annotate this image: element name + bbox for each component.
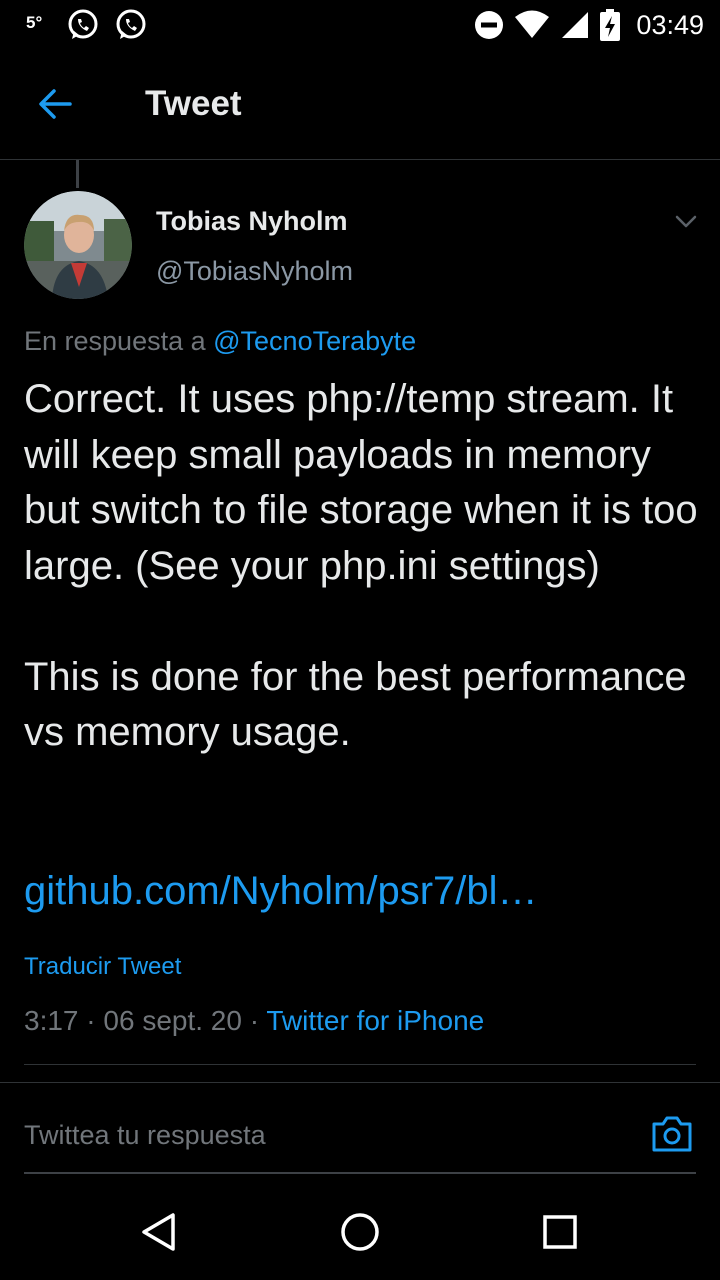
reply-prefix: En respuesta a	[24, 326, 214, 356]
thread-line	[76, 160, 79, 188]
tweet-metadata: 3:17 · 06 sept. 20 · Twitter for iPhone	[24, 1005, 484, 1037]
header: Tweet	[0, 50, 720, 160]
reply-context: En respuesta a @TecnoTerabyte	[24, 326, 416, 357]
avatar[interactable]	[24, 191, 132, 299]
page-title: Tweet	[145, 84, 242, 123]
reply-mention-link[interactable]: @TecnoTerabyte	[213, 326, 416, 356]
do-not-disturb-icon	[475, 11, 504, 39]
tweet-text: Correct. It uses php://temp stream. It w…	[24, 372, 714, 761]
meta-separator: ·	[241, 1005, 267, 1036]
signal-icon	[562, 12, 589, 38]
divider	[24, 1064, 696, 1065]
divider	[0, 1082, 720, 1083]
nav-recents-icon[interactable]	[538, 1210, 582, 1254]
camera-icon[interactable]	[650, 1112, 694, 1156]
display-name[interactable]: Tobias Nyholm	[156, 206, 348, 237]
tweet-date: 06 sept. 20	[103, 1005, 242, 1036]
tweet-source-link[interactable]: Twitter for iPhone	[266, 1005, 484, 1036]
nav-back-icon[interactable]	[138, 1210, 182, 1254]
tweet-url-link[interactable]: github.com/Nyholm/psr7/bl…	[24, 869, 538, 914]
whatsapp-icon	[116, 9, 146, 39]
tweet-time: 3:17	[24, 1005, 79, 1036]
user-handle[interactable]: @TobiasNyholm	[156, 256, 353, 287]
whatsapp-icon	[68, 9, 98, 39]
chevron-down-icon[interactable]	[672, 208, 700, 236]
nav-home-icon[interactable]	[338, 1210, 382, 1254]
temperature: 5°	[26, 13, 43, 32]
meta-separator: ·	[78, 1005, 104, 1036]
translate-tweet-link[interactable]: Traducir Tweet	[24, 953, 181, 981]
status-bar: 5° 03:49	[0, 0, 720, 50]
divider	[24, 1172, 696, 1174]
battery-charging-icon	[600, 9, 621, 41]
tweet-paragraph: This is done for the best performance vs…	[24, 654, 687, 755]
tweet-paragraph: Correct. It uses php://temp stream. It w…	[24, 377, 698, 588]
back-arrow-icon[interactable]	[32, 84, 80, 124]
navigation-bar	[0, 1185, 720, 1280]
wifi-icon	[515, 10, 550, 38]
clock: 03:49	[636, 9, 704, 40]
reply-input[interactable]: Twittea tu respuesta	[24, 1110, 624, 1160]
